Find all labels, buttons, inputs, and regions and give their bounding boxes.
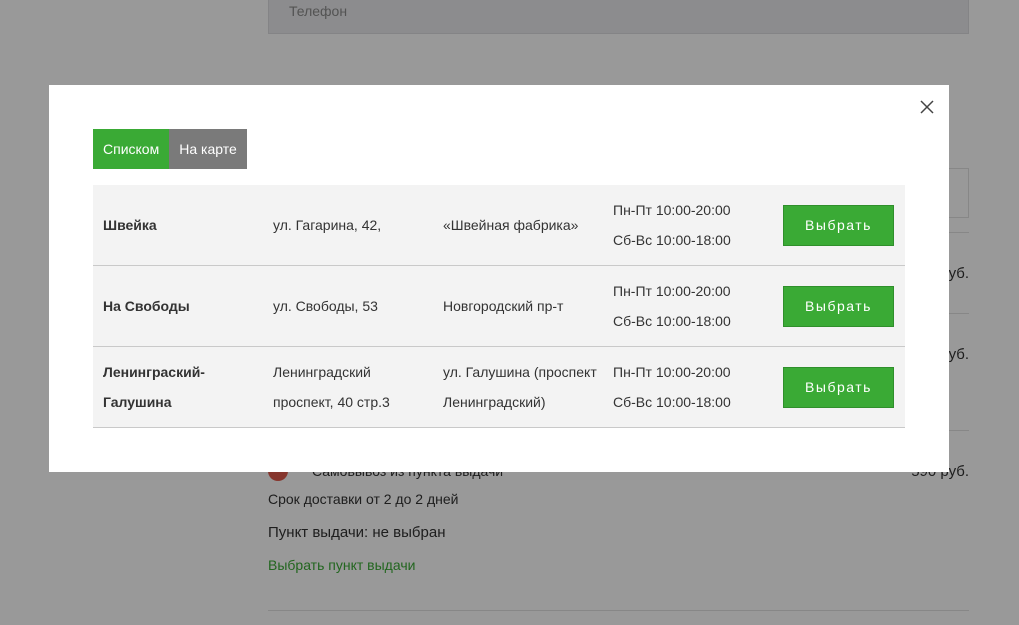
view-tabs: Списком На карте <box>93 129 247 169</box>
pickup-points-modal: Списком На карте Швейка ул. Гагарина, 42… <box>49 85 949 472</box>
point-name: Ленинграский-Галушина <box>103 364 205 410</box>
pickup-point-row: Ленинграский-Галушина Ленинградский прос… <box>93 347 905 428</box>
point-address: ул. Свободы, 53 <box>273 298 378 314</box>
hours-weekdays: Пн-Пт 10:00-20:00 <box>613 283 731 299</box>
hours-weekend: Сб-Вс 10:00-18:00 <box>613 232 731 248</box>
point-hours: Пн-Пт 10:00-20:00 Сб-Вс 10:00-18:00 <box>613 195 773 255</box>
tab-map[interactable]: На карте <box>169 129 247 169</box>
point-hours: Пн-Пт 10:00-20:00 Сб-Вс 10:00-18:00 <box>613 276 773 336</box>
close-icon <box>920 100 934 114</box>
hours-weekend: Сб-Вс 10:00-18:00 <box>613 394 731 410</box>
point-landmark: «Швейная фабрика» <box>443 217 579 233</box>
hours-weekdays: Пн-Пт 10:00-20:00 <box>613 364 731 380</box>
point-landmark: ул. Галушина (проспект Ленинградский) <box>443 364 597 410</box>
point-landmark: Новгородский пр-т <box>443 298 564 314</box>
select-point-button[interactable]: Выбрать <box>783 286 894 327</box>
pickup-point-row: На Свободы ул. Свободы, 53 Новгородский … <box>93 266 905 347</box>
tab-list[interactable]: Списком <box>93 129 170 169</box>
pickup-points-list: Швейка ул. Гагарина, 42, «Швейная фабрик… <box>93 185 905 428</box>
pickup-point-row: Швейка ул. Гагарина, 42, «Швейная фабрик… <box>93 185 905 266</box>
hours-weekend: Сб-Вс 10:00-18:00 <box>613 313 731 329</box>
point-hours: Пн-Пт 10:00-20:00 Сб-Вс 10:00-18:00 <box>613 357 773 417</box>
point-name: На Свободы <box>103 298 190 314</box>
point-name: Швейка <box>103 217 157 233</box>
select-point-button[interactable]: Выбрать <box>783 367 894 408</box>
point-address: ул. Гагарина, 42, <box>273 217 382 233</box>
point-address: Ленинградский проспект, 40 стр.3 <box>273 364 390 410</box>
close-button[interactable] <box>917 97 937 117</box>
select-point-button[interactable]: Выбрать <box>783 205 894 246</box>
hours-weekdays: Пн-Пт 10:00-20:00 <box>613 202 731 218</box>
